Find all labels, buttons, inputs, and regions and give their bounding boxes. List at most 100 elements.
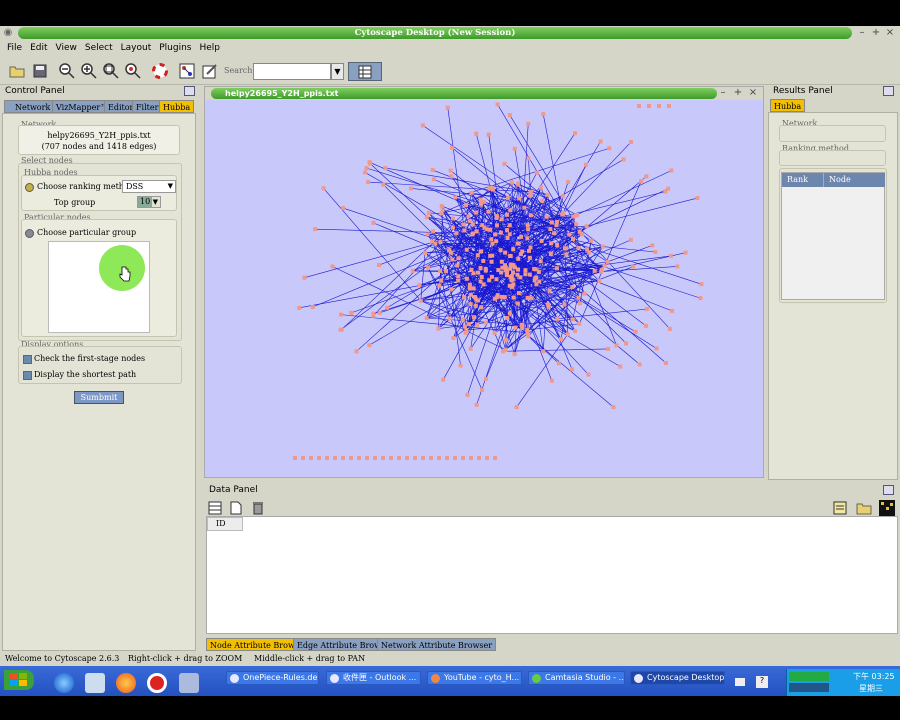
- network-node: [639, 179, 644, 184]
- maximize-icon[interactable]: +: [732, 87, 744, 99]
- close-icon[interactable]: ×: [884, 27, 896, 39]
- task-onepiece[interactable]: OnePiece-Rules.de...: [226, 671, 319, 685]
- search-input[interactable]: [253, 63, 331, 80]
- toolbar: Search: ▼: [0, 56, 900, 85]
- network-node: [349, 310, 354, 315]
- network-node: [507, 113, 512, 118]
- shortest-path-checkbox[interactable]: [23, 371, 32, 380]
- network-node: [512, 146, 517, 151]
- table-select-icon[interactable]: [206, 499, 224, 517]
- edit-network-icon[interactable]: [201, 62, 219, 80]
- network-node: [571, 214, 576, 219]
- network-node: [565, 332, 570, 337]
- keyboard-icon[interactable]: [735, 678, 745, 686]
- network-node: [504, 272, 509, 277]
- matrix-icon[interactable]: [878, 499, 896, 517]
- menu-edit[interactable]: Edit: [29, 40, 48, 56]
- column-rank[interactable]: Rank: [782, 173, 824, 187]
- new-attribute-icon[interactable]: [227, 499, 245, 517]
- network-node: [539, 238, 544, 243]
- task-camtasia[interactable]: Camtasia Studio - ...: [528, 671, 625, 685]
- task-youtube[interactable]: YouTube - cyto_H...: [427, 671, 522, 685]
- tray-icons-row1[interactable]: [789, 672, 829, 681]
- ranking-method-value: DSS: [126, 182, 144, 191]
- close-icon[interactable]: ×: [747, 87, 759, 99]
- network-node: [447, 316, 452, 321]
- menu-view[interactable]: View: [55, 40, 78, 56]
- computer-icon[interactable]: [179, 673, 199, 693]
- network-nodes[interactable]: [293, 102, 704, 460]
- column-id[interactable]: ID: [207, 517, 243, 531]
- network-node: [441, 377, 446, 382]
- stop-icon[interactable]: [147, 673, 167, 693]
- trash-icon[interactable]: [249, 499, 267, 517]
- task-cytoscape[interactable]: Cytoscape Desktop...: [630, 671, 725, 685]
- import-folder-icon[interactable]: [855, 499, 873, 517]
- submit-button[interactable]: Sumbmit: [74, 391, 124, 404]
- undock-icon[interactable]: [883, 485, 894, 495]
- particular-group-radio[interactable]: [25, 229, 34, 238]
- attribute-table[interactable]: ID: [206, 516, 898, 634]
- menu-layout[interactable]: Layout: [120, 40, 153, 56]
- ranking-method-select[interactable]: DSS ▼: [122, 180, 176, 193]
- network-node: [695, 196, 700, 201]
- tab-network-attribute-browser[interactable]: Network Attribute Browser: [377, 638, 497, 651]
- explorer-icon[interactable]: [85, 673, 105, 693]
- tab-hubba[interactable]: Hubba: [159, 100, 195, 113]
- undock-icon[interactable]: [184, 86, 195, 96]
- tray-icons-row2[interactable]: [789, 683, 829, 692]
- results-tab-hubba[interactable]: Hubba: [770, 99, 806, 112]
- tab-network[interactable]: Network: [4, 100, 55, 113]
- menu-file[interactable]: File: [6, 40, 23, 56]
- particular-group-list[interactable]: [48, 241, 150, 333]
- function-icon[interactable]: [831, 499, 849, 517]
- column-node[interactable]: Node: [824, 173, 885, 187]
- network-node: [584, 162, 589, 167]
- network-node: [520, 322, 525, 327]
- ranking-method-radio[interactable]: [25, 183, 34, 192]
- menu-select[interactable]: Select: [84, 40, 114, 56]
- network-window: helpy26695_Y2H_ppis.txt – + ×: [204, 86, 764, 478]
- search-dropdown-icon[interactable]: ▼: [331, 63, 344, 80]
- search-options-button[interactable]: [348, 62, 382, 81]
- network-node: [489, 259, 494, 264]
- first-stage-checkbox[interactable]: [23, 355, 32, 364]
- task-outlook[interactable]: 收件匣 - Outlook ...: [326, 671, 421, 685]
- network-node: [554, 223, 559, 228]
- network-view-icon[interactable]: [178, 62, 196, 80]
- app-icon[interactable]: ◉: [2, 27, 14, 39]
- network-graph[interactable]: [205, 100, 763, 477]
- save-icon[interactable]: [31, 62, 49, 80]
- maximize-icon[interactable]: +: [870, 27, 882, 39]
- start-button[interactable]: [4, 670, 34, 690]
- chevron-down-icon: ▼: [167, 182, 173, 190]
- minimize-icon[interactable]: –: [856, 27, 868, 39]
- system-tray: 下午 03:25 星期三: [786, 669, 900, 696]
- zoom-selected-icon[interactable]: [124, 62, 142, 80]
- network-edge: [578, 247, 617, 346]
- zoom-in-icon[interactable]: [80, 62, 98, 80]
- undock-icon[interactable]: [883, 86, 894, 96]
- network-node: [465, 392, 470, 397]
- top-group-select[interactable]: 10 ▼: [137, 196, 161, 208]
- zoom-fit-icon[interactable]: [102, 62, 120, 80]
- firefox-icon[interactable]: [116, 673, 136, 693]
- help-icon[interactable]: ?: [756, 676, 768, 688]
- minimize-icon[interactable]: –: [717, 87, 729, 99]
- results-table[interactable]: Rank Node: [781, 172, 885, 300]
- menu-plugins[interactable]: Plugins: [158, 40, 192, 56]
- network-node: [366, 180, 371, 185]
- network-node: [397, 456, 401, 460]
- menu-help[interactable]: Help: [198, 40, 221, 56]
- network-node: [525, 327, 530, 332]
- open-folder-icon[interactable]: [8, 62, 26, 80]
- network-node: [377, 310, 382, 315]
- zoom-out-icon[interactable]: [58, 62, 76, 80]
- network-node: [507, 311, 512, 316]
- network-node: [498, 230, 503, 235]
- lifebuoy-icon[interactable]: [151, 62, 169, 80]
- network-node: [573, 131, 578, 136]
- internet-explorer-icon[interactable]: [54, 673, 74, 693]
- network-node: [507, 223, 512, 228]
- network-node: [357, 456, 361, 460]
